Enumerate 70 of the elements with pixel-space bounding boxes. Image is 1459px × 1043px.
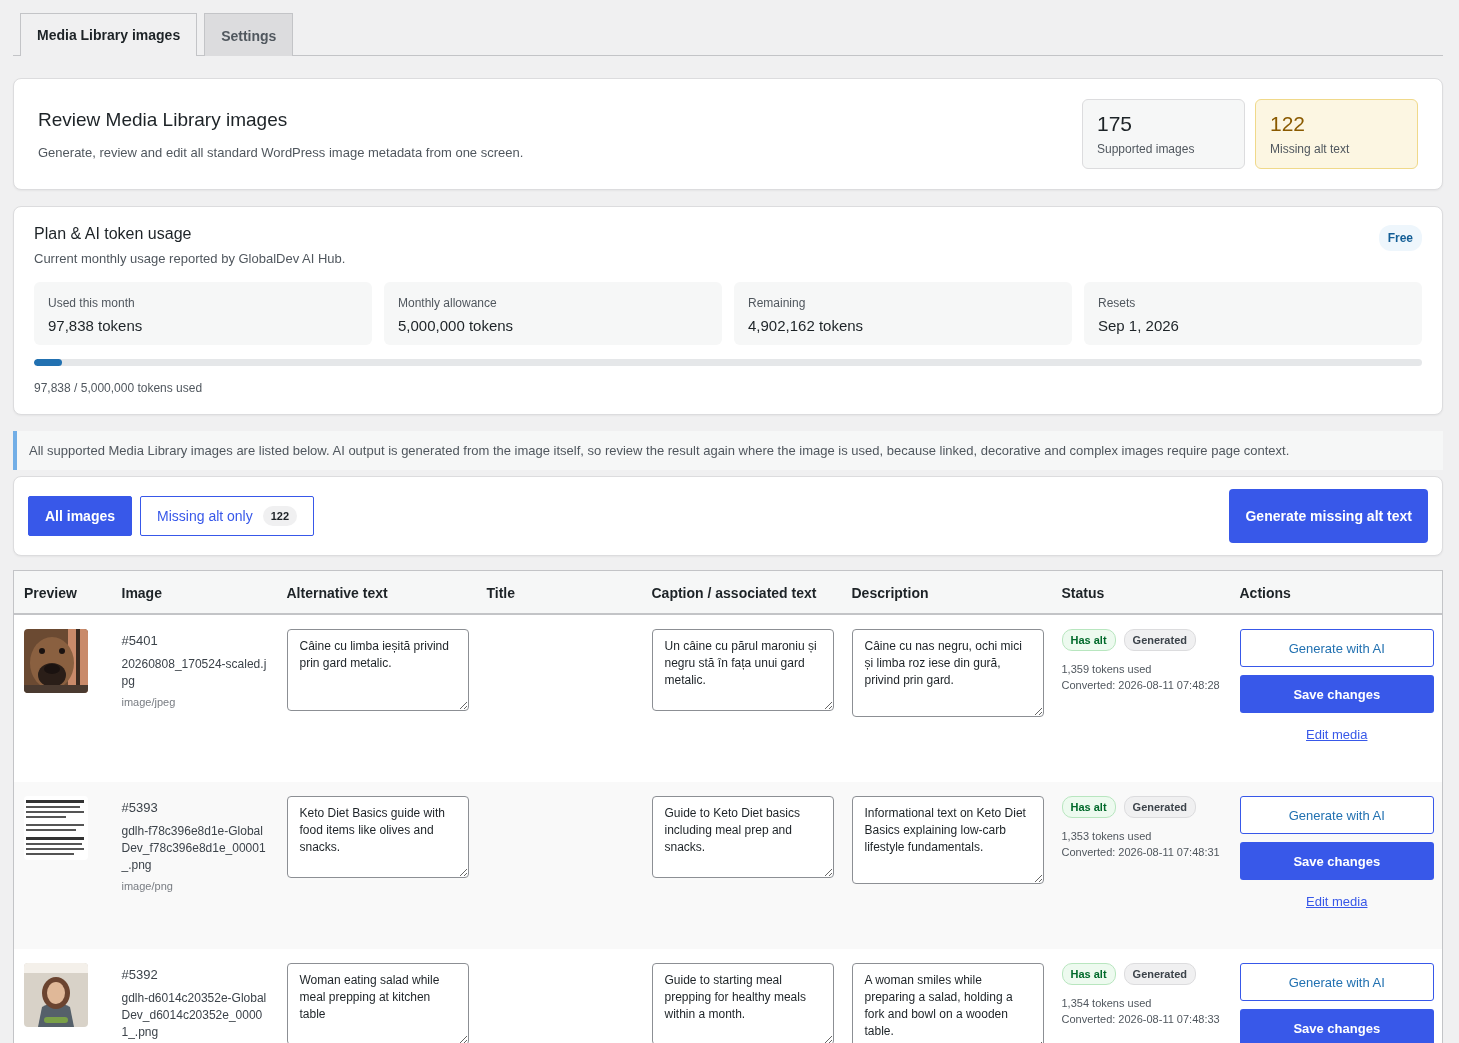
column-header: Image	[111, 570, 277, 614]
status-badge: Has alt	[1061, 629, 1116, 651]
tab[interactable]: Media Library images	[20, 13, 198, 56]
file-name: gdlh-f78c396e8d1e-GlobalDev_f78c396e8d1e_00001_.png	[121, 823, 267, 874]
stat-value: 175	[1097, 112, 1134, 136]
converted-time: Converted: 2026-08-11 07:48:33	[1061, 1012, 1221, 1027]
metric-label: Used this month	[48, 296, 136, 310]
metric-value: 97,838 tokens	[48, 317, 144, 334]
column-header: Actions	[1229, 570, 1443, 614]
column-header: Alternative text	[276, 570, 477, 614]
tokens-used: 1,359 tokens used	[1061, 662, 1153, 677]
tokens-used: 1,353 tokens used	[1061, 829, 1153, 844]
converted-time: Converted: 2026-08-11 07:48:31	[1061, 845, 1221, 860]
mime-type: image/png	[121, 880, 174, 892]
alt-text-field[interactable]: Woman eating salad while meal prepping at kitchen table	[286, 963, 469, 1043]
image-id: #5392	[121, 967, 159, 982]
column-header: Title	[476, 570, 642, 614]
metric-label: Monthly allowance	[398, 296, 498, 310]
file-name: 20260808_170524-scaled.jpg	[121, 656, 268, 690]
column-header: Preview	[13, 570, 112, 614]
page-title: Review Media Library images	[38, 108, 289, 131]
image-id: #5401	[121, 633, 159, 648]
plan-title: Plan & AI token usage	[34, 225, 193, 243]
tokens-used: 1,354 tokens used	[1061, 996, 1153, 1011]
caption-field[interactable]: Un câine cu părul maroniu și negru stă în fața unui gard metalic.	[651, 629, 834, 711]
count-badge: 122	[262, 506, 298, 526]
notice: All supported Media Library images are listed below. AI output is generated from the image itself, so review the result again where the image is used, because linked, decorative and complex images require page context.	[13, 431, 1443, 470]
plan-badge: Free	[1378, 225, 1422, 251]
status-badge: Generated	[1123, 796, 1196, 818]
metric-label: Resets	[1098, 296, 1137, 310]
metric-value: 4,902,162 tokens	[748, 317, 865, 334]
edit-media-link[interactable]: Edit media	[1306, 727, 1368, 742]
stat-value: 122	[1270, 112, 1307, 136]
column-header: Status	[1051, 570, 1230, 614]
column-header: Caption / associated text	[641, 570, 842, 614]
description-field[interactable]: Informational text on Keto Diet Basics explaining low-carb lifestyle fundamentals.	[851, 796, 1044, 884]
status-badge: Generated	[1123, 629, 1196, 651]
tab[interactable]: Settings	[204, 13, 294, 56]
save-button[interactable]: Save changes	[1239, 1009, 1434, 1043]
edit-media-link[interactable]: Edit media	[1306, 894, 1368, 909]
filter-button[interactable]: Missing alt only 122	[140, 496, 315, 536]
file-name: gdlh-d6014c20352e-GlobalDev_d6014c20352e_00001_.png	[121, 990, 268, 1041]
generate-missing-button[interactable]: Generate missing alt text	[1229, 489, 1428, 543]
caption-field[interactable]: Guide to Keto Diet basics including meal prep and snacks.	[651, 796, 834, 878]
metric-value: 5,000,000 tokens	[398, 317, 515, 334]
column-header: Description	[841, 570, 1052, 614]
description-field[interactable]: A woman smiles while preparing a salad, holding a fork and bowl on a wooden table.	[851, 963, 1044, 1043]
metric-value: Sep 1, 2026	[1098, 317, 1180, 334]
filter-button[interactable]: All images	[28, 496, 133, 536]
status-badge: Generated	[1123, 963, 1196, 985]
description-field[interactable]: Câine cu nas negru, ochi mici și limba roz iese din gură, privind prin gard.	[851, 629, 1044, 717]
save-button[interactable]: Save changes	[1239, 842, 1434, 880]
plan-subtitle: Current monthly usage reported by GlobalDev AI Hub.	[34, 251, 346, 266]
save-button[interactable]: Save changes	[1239, 675, 1434, 713]
stat-label: Supported images	[1097, 142, 1196, 156]
metric-label: Remaining	[748, 296, 807, 310]
status-badge: Has alt	[1061, 796, 1116, 818]
converted-time: Converted: 2026-08-11 07:48:28	[1061, 678, 1221, 693]
usage-reading: 97,838 / 5,000,000 tokens used	[34, 381, 203, 395]
status-badge: Has alt	[1061, 963, 1116, 985]
stat-label: Missing alt text	[1270, 142, 1351, 156]
image-id: #5393	[121, 800, 159, 815]
alt-text-field[interactable]: Keto Diet Basics guide with food items like olives and snacks.	[286, 796, 469, 878]
generate-button[interactable]: Generate with AI	[1239, 963, 1434, 1001]
page-subtitle: Generate, review and edit all standard WordPress image metadata from one screen.	[38, 144, 524, 160]
caption-field[interactable]: Guide to starting meal prepping for healthy meals within a month.	[651, 963, 834, 1043]
alt-text-field[interactable]: Câine cu limba ieșită privind prin gard metalic.	[286, 629, 469, 711]
generate-button[interactable]: Generate with AI	[1239, 629, 1434, 667]
mime-type: image/jpeg	[121, 696, 177, 708]
generate-button[interactable]: Generate with AI	[1239, 796, 1434, 834]
